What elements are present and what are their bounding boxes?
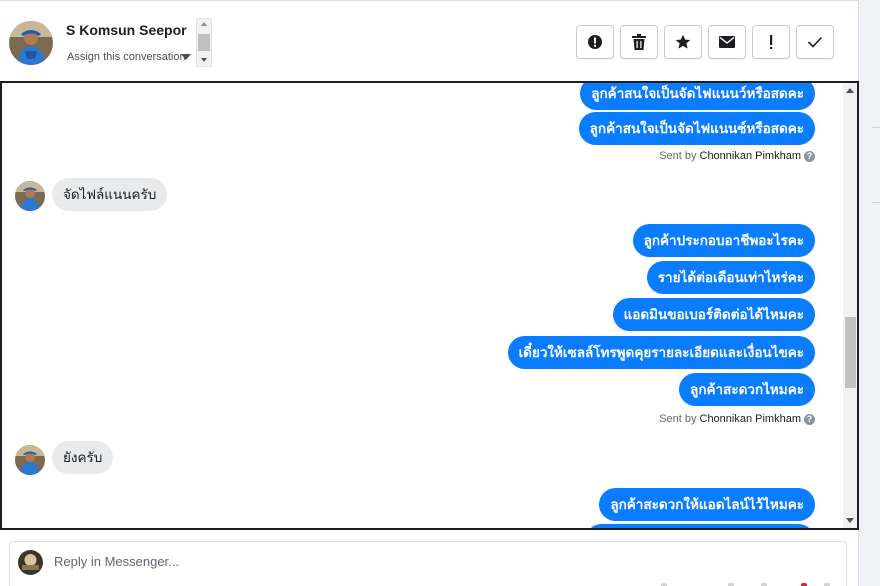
conversation-thread[interactable]: ลูกค้าสนใจเป็นจัดไฟแนนว์หรือสดคะ ลูกค้าส… (0, 81, 859, 530)
outgoing-message: ลูกค้าสะดวกไหมคะ (679, 373, 815, 406)
conversation-actions (576, 25, 834, 60)
avatar[interactable] (9, 21, 53, 65)
outgoing-message: รายได้ต่อเดือนเท่าไหร่คะ (646, 261, 815, 294)
trash-icon (632, 34, 646, 50)
header-scrollbar[interactable] (196, 18, 212, 67)
mark-done-button[interactable] (796, 25, 834, 59)
assign-conversation-label[interactable]: Assign this conversation (67, 51, 186, 63)
help-icon[interactable]: ? (804, 413, 815, 425)
outgoing-message: ลูกค้าสนใจเป็นจัดไฟแนนว์หรือสดคะ (580, 83, 815, 110)
conversation-header: S Komsun Seepor Assign this conversation (0, 0, 858, 80)
star-button[interactable] (664, 25, 702, 59)
outgoing-message: เดี๋ยวให้เซลล์โทรพูดคุยรายละเอียดและเงื่… (507, 336, 815, 369)
caret-down-icon[interactable] (181, 54, 191, 60)
mark-spam-button[interactable] (576, 25, 614, 59)
exclamation-icon (770, 35, 773, 49)
page-avatar (18, 550, 43, 575)
sent-by-label: Sent by (659, 413, 697, 425)
right-gutter (858, 0, 880, 586)
conversation-scrollbar[interactable] (843, 83, 857, 528)
envelope-icon (719, 36, 735, 48)
avatar[interactable] (15, 445, 45, 475)
checkmark-icon (807, 36, 823, 48)
outgoing-message: ลูกค้าประกอบอาชีพอะไรคะ (632, 224, 815, 257)
incoming-message: จัดไฟล์แนนครับ (52, 178, 168, 211)
contact-name[interactable]: S Komsun Seepor (66, 22, 187, 38)
sent-by-line: Sent by Chonnikan Pimkham ? (659, 413, 815, 425)
reply-input[interactable] (54, 554, 754, 569)
help-icon[interactable]: ? (804, 150, 815, 162)
outgoing-message: ลูกค้าสนใจเป็นจัดไฟแนนซ์หรือสดคะ (578, 112, 815, 145)
star-icon (675, 34, 691, 49)
sent-by-label: Sent by (659, 150, 697, 162)
alert-circle-icon (588, 35, 602, 49)
page: S Komsun Seepor Assign this conversation (0, 0, 880, 586)
outgoing-message: ลูกค้าสะดวกให้แอดไลน์ไว้ไหมคะ (599, 488, 815, 521)
delete-button[interactable] (620, 25, 658, 59)
avatar[interactable] (15, 181, 45, 211)
sender-name[interactable]: Chonnikan Pimkham (700, 413, 802, 425)
outgoing-message: แอดมินขอเบอร์ติดต่อได้ไหมคะ (612, 298, 815, 331)
outgoing-message-partial (585, 524, 815, 528)
sender-name[interactable]: Chonnikan Pimkham (700, 150, 802, 162)
reply-composer (9, 541, 847, 586)
sent-by-line: Sent by Chonnikan Pimkham ? (659, 150, 815, 162)
incoming-message: ยังครับ (52, 441, 114, 474)
mark-unread-button[interactable] (708, 25, 746, 59)
follow-up-button[interactable] (752, 25, 790, 59)
